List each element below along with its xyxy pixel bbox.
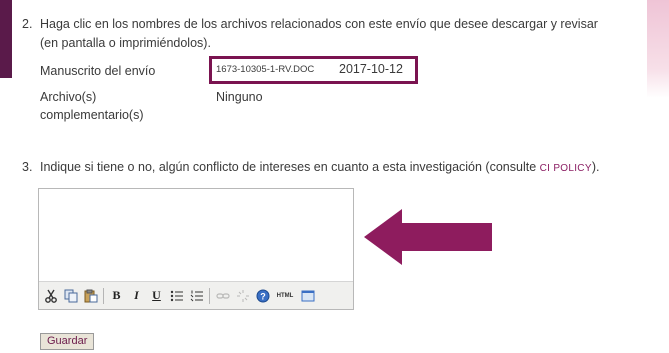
step3-number: 3.: [22, 160, 33, 174]
cut-icon[interactable]: [42, 287, 59, 304]
step2-number: 2.: [22, 17, 33, 31]
step3-text: Indique si tiene o no, algún conflicto d…: [40, 160, 540, 174]
editor-toolbar: B I U ? HTML: [39, 281, 353, 309]
ci-policy-link[interactable]: CI POLICY: [540, 163, 592, 174]
html-source-button[interactable]: HTML: [274, 287, 296, 304]
toolbar-separator: [209, 287, 210, 304]
bullet-list-icon[interactable]: [168, 287, 185, 304]
left-accent-bar: [0, 0, 12, 78]
link-icon[interactable]: [214, 287, 231, 304]
right-accent-bar: [647, 0, 669, 98]
fullscreen-icon[interactable]: [299, 287, 316, 304]
step2-instruction-line1: Haga clic en los nombres de los archivos…: [40, 17, 598, 31]
paste-icon[interactable]: [82, 287, 99, 304]
bold-button[interactable]: B: [108, 287, 125, 304]
save-button[interactable]: Guardar: [40, 333, 95, 350]
supplementary-label-line2: complementario(s): [40, 108, 144, 122]
manuscript-label: Manuscrito del envío: [40, 64, 156, 78]
step2-instruction-line2: (en pantalla o imprimiéndolos).: [40, 36, 211, 50]
numbered-list-icon[interactable]: [188, 287, 205, 304]
unlink-icon[interactable]: [234, 287, 251, 304]
italic-button[interactable]: I: [128, 287, 145, 304]
supplementary-label-line1: Archivo(s): [40, 90, 97, 104]
help-icon[interactable]: ?: [254, 287, 271, 304]
copy-icon[interactable]: [62, 287, 79, 304]
toolbar-separator: [103, 287, 104, 304]
supplementary-value: Ninguno: [216, 90, 263, 104]
editor-text-area[interactable]: [39, 189, 353, 281]
pointer-arrow-icon: [364, 209, 492, 265]
manuscript-file-link[interactable]: 1673-10305-1-RV.DOC: [216, 64, 314, 75]
step3-suffix: ).: [591, 160, 600, 174]
conflict-of-interest-editor: B I U ? HTML: [38, 188, 354, 310]
svg-text:?: ?: [260, 291, 266, 301]
manuscript-date: 2017-10-12: [339, 62, 403, 76]
step3-instruction: Indique si tiene o no, algún conflicto d…: [40, 158, 599, 178]
underline-button[interactable]: U: [148, 287, 165, 304]
